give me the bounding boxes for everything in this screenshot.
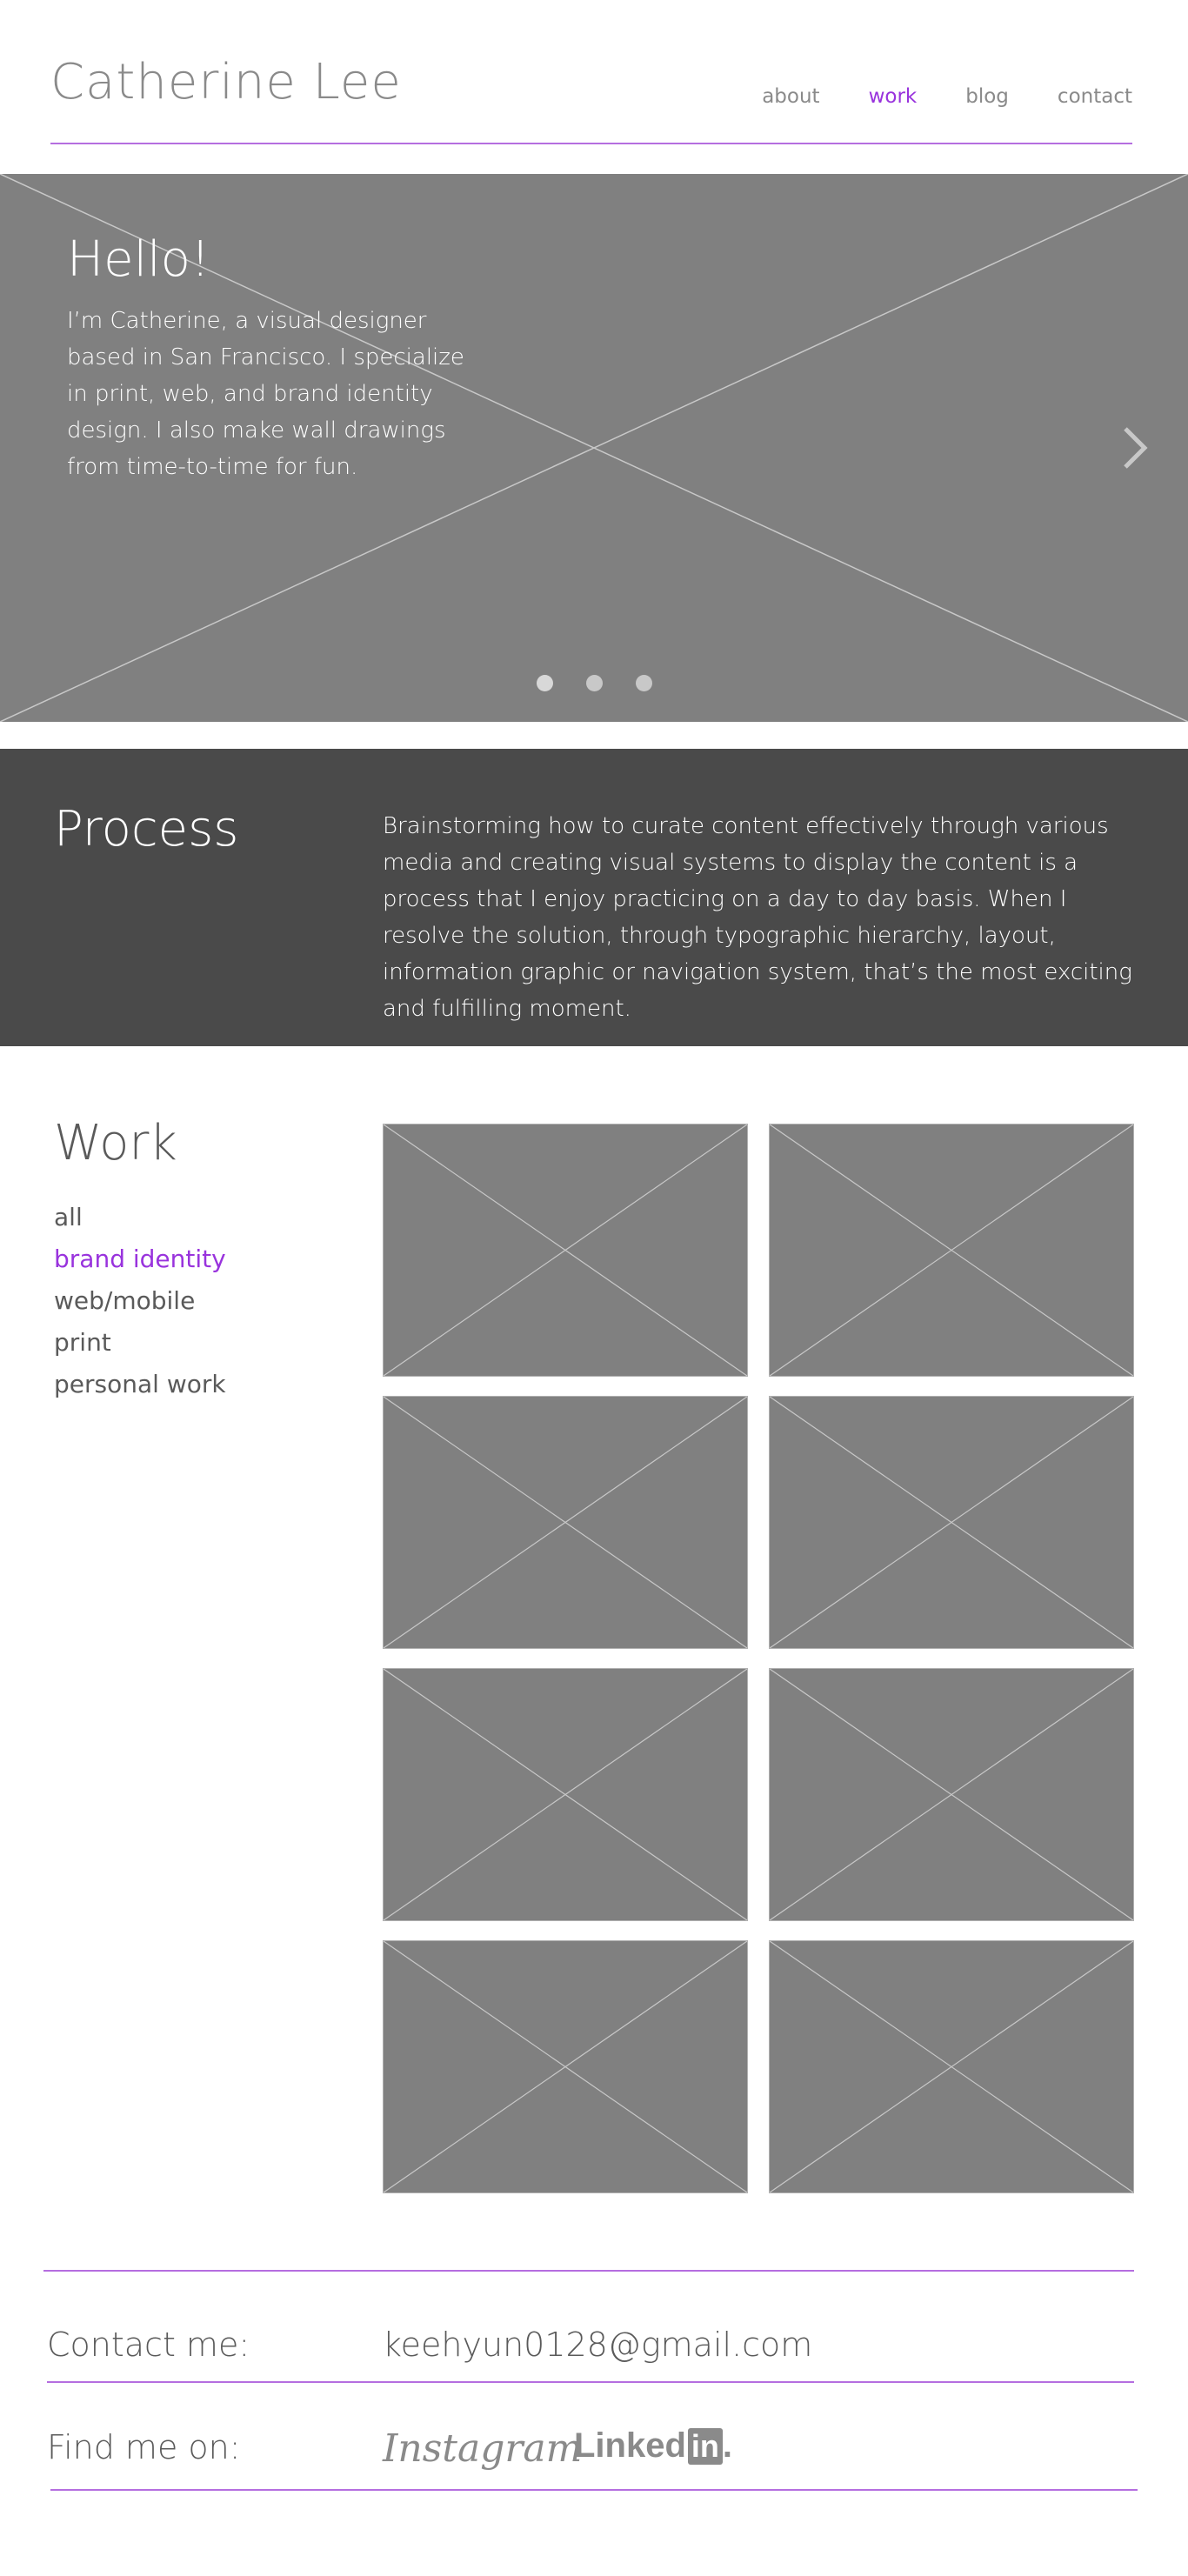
- carousel-dot-3[interactable]: [635, 675, 652, 691]
- work-thumbnail[interactable]: [383, 1668, 748, 1921]
- work-thumbnail[interactable]: [769, 1668, 1134, 1921]
- email-link[interactable]: keehyun0128@gmail.com: [383, 2326, 812, 2364]
- image-placeholder: [384, 1124, 747, 1376]
- carousel-dots: [0, 675, 1188, 691]
- process-title: Process: [54, 801, 239, 858]
- contact-label: Contact me:: [47, 2326, 250, 2364]
- work-grid: [383, 1124, 1134, 2193]
- work-title: Work: [54, 1115, 177, 1171]
- work-thumbnail[interactable]: [769, 1940, 1134, 2193]
- linkedin-in-box: in: [687, 2427, 723, 2465]
- divider: [43, 2270, 1134, 2272]
- filter-print[interactable]: print: [54, 1322, 226, 1364]
- chevron-right-icon[interactable]: [1122, 422, 1148, 474]
- hero-text: I’m Catherine, a visual designer based i…: [67, 308, 464, 480]
- site-logo[interactable]: Catherine Lee: [50, 54, 402, 110]
- work-thumbnail[interactable]: [383, 1940, 748, 2193]
- main-nav: about work blog contact: [713, 85, 1132, 108]
- image-placeholder: [384, 1941, 747, 2192]
- nav-link-contact[interactable]: contact: [1058, 85, 1132, 108]
- filter-web-mobile[interactable]: web/mobile: [54, 1280, 226, 1322]
- work-thumbnail[interactable]: [383, 1396, 748, 1649]
- work-thumbnail[interactable]: [769, 1396, 1134, 1649]
- image-placeholder: [770, 1397, 1133, 1648]
- image-placeholder: [770, 1124, 1133, 1376]
- carousel-dot-2[interactable]: [585, 675, 603, 691]
- hero-carousel: Hello! I’m Catherine, a visual designer …: [0, 174, 1188, 722]
- image-placeholder: [770, 1669, 1133, 1920]
- process-section: Process Brainstorming how to curate cont…: [0, 749, 1188, 1046]
- find-label: Find me on:: [47, 2428, 241, 2466]
- filter-personal-work[interactable]: personal work: [54, 1364, 226, 1405]
- work-thumbnail[interactable]: [769, 1124, 1134, 1377]
- work-filters: all brand identity web/mobile print pers…: [54, 1197, 226, 1405]
- image-placeholder: [384, 1669, 747, 1920]
- linkedin-dot: .: [722, 2426, 733, 2465]
- divider: [47, 2381, 1134, 2383]
- nav-link-work[interactable]: work: [869, 85, 918, 108]
- linkedin-wordmark: Linked: [574, 2426, 686, 2465]
- nav-link-blog[interactable]: blog: [965, 85, 1009, 108]
- hero-title: Hello!: [67, 231, 210, 288]
- instagram-logo[interactable]: Instagram: [383, 2426, 582, 2471]
- nav-link-about[interactable]: about: [762, 85, 819, 108]
- instagram-wordmark: Instagram: [383, 2426, 583, 2471]
- divider: [50, 2489, 1138, 2491]
- filter-brand-identity[interactable]: brand identity: [54, 1238, 226, 1280]
- site-header: Catherine Lee about work blog contact: [50, 0, 1132, 144]
- filter-all[interactable]: all: [54, 1197, 226, 1238]
- linkedin-logo[interactable]: Linked in .: [574, 2426, 732, 2466]
- work-thumbnail[interactable]: [383, 1124, 748, 1377]
- process-text: Brainstorming how to curate content effe…: [383, 813, 1132, 1022]
- image-placeholder: [384, 1397, 747, 1648]
- image-placeholder: [770, 1941, 1133, 2192]
- carousel-dot-1[interactable]: [536, 675, 553, 691]
